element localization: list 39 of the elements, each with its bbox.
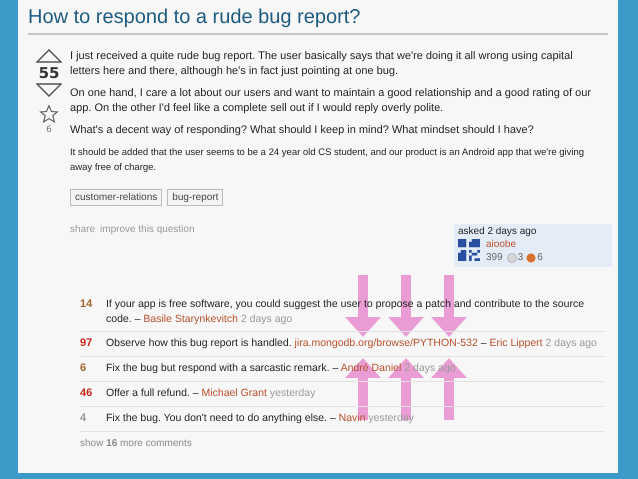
downvote-icon[interactable]	[36, 83, 62, 97]
upvote-icon[interactable]	[36, 49, 62, 63]
reputation: 399	[486, 252, 503, 263]
comment-text: Fix the bug but respond with a sarcastic remark. – André Daniel 2 days ago	[106, 361, 457, 376]
comment-text: Fix the bug. You don't need to do anything else. – Navin yesterday	[106, 411, 415, 426]
post-action-link[interactable]: share	[70, 224, 96, 235]
badge-count: 6	[537, 252, 543, 263]
badge-icon	[526, 252, 536, 262]
post-paragraph: On one hand, I care a lot about our users and want to maintain a good relationship and a good rating of our app. On the other I'd feel like a complete sell out if I would reply overly polite.	[70, 86, 592, 116]
comment-score: 46	[80, 386, 94, 401]
comment-author[interactable]: Basile Starynkevitch	[143, 313, 238, 325]
tag[interactable]: bug-report	[167, 189, 224, 206]
comment-author[interactable]: André Daniel	[340, 362, 402, 374]
comment-score: 4	[80, 411, 88, 426]
comment-author[interactable]: Eric Lippert	[489, 337, 543, 349]
owner-name[interactable]: aioobe	[486, 239, 543, 250]
show-more-comments-link[interactable]: show 16 more comments	[80, 438, 604, 449]
vote-count: 55	[38, 64, 60, 82]
post-paragraph: It should be added that the user seems to be a 24 year old CS student, and our product is an Android app that we're giving away free of charge.	[70, 146, 586, 175]
comment-text: If your app is free software, you could suggest the user to propose a patch and contribute to the source code. – Basile Starynkevitch 2 days ago	[106, 297, 586, 327]
comment-score: 6	[80, 361, 88, 376]
comment-text: Offer a full refund. – Michael Grant yesterday	[106, 386, 316, 401]
badge-icon	[506, 252, 517, 262]
badge-count: 3	[518, 252, 524, 263]
post-action-link[interactable]: improve this question	[100, 224, 195, 235]
post-paragraph: What's a decent way of responding? What should I keep in mind? What mindset should I have?	[70, 123, 535, 138]
comment-text: Observe how this bug report is handled. jira.mongodb.org/browse/PYTHON-532 – Eric Lippert 2 days ago	[106, 336, 598, 351]
favorite-count: 6	[46, 125, 52, 135]
comment-score: 97	[80, 336, 94, 351]
comment-score: 14	[80, 297, 94, 312]
comment-author[interactable]: Navin	[338, 412, 366, 424]
star-icon[interactable]	[39, 104, 59, 124]
tag[interactable]: customer-relations	[70, 189, 162, 206]
avatar-icon[interactable]	[458, 239, 480, 261]
question-title[interactable]: How to respond to a rude bug report?	[28, 6, 608, 35]
asked-time: asked 2 days ago	[458, 226, 538, 237]
comment-author[interactable]: Michael Grant	[202, 387, 267, 399]
post-paragraph: I just received a quite rude bug report. The user basically says that we're doing it all wrong using capital letters here and there, although he's in fact just pointing at one bug.	[70, 49, 574, 79]
comment-link[interactable]: jira.mongodb.org/browse/PYTHON-532	[294, 337, 478, 349]
